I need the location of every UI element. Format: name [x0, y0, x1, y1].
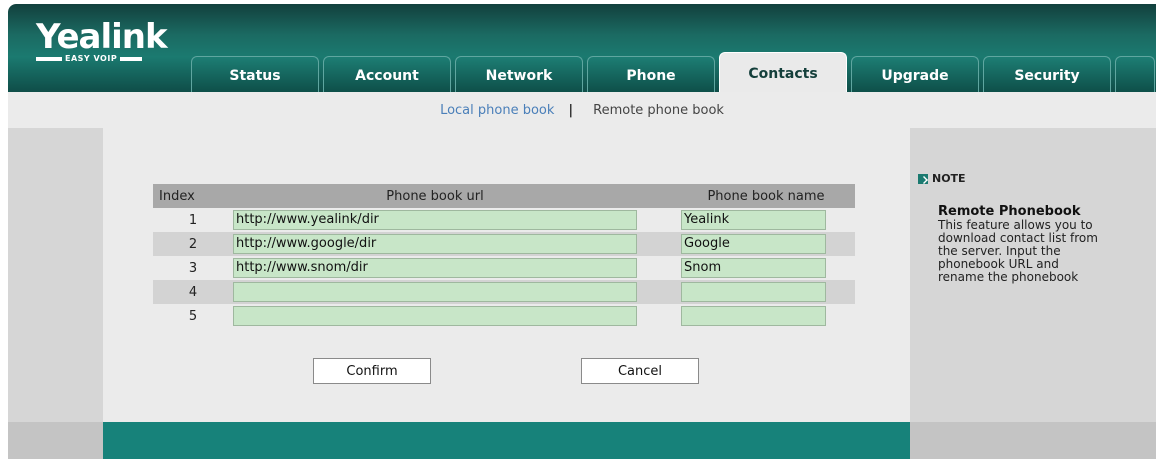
tab-status[interactable]: Status: [191, 56, 319, 92]
tab-network[interactable]: Network: [455, 56, 583, 92]
main-content: Index Phone book url Phone book name 1 h…: [103, 128, 910, 422]
url-input[interactable]: http://www.google/dir: [233, 234, 637, 254]
phonebook-table: Index Phone book url Phone book name 1 h…: [153, 184, 855, 328]
tab-contacts[interactable]: Contacts: [719, 52, 847, 92]
header-index: Index: [159, 188, 195, 204]
submenu-bar: Local phone book | Remote phone book: [8, 92, 1156, 128]
row-index: 4: [188, 284, 198, 300]
note-body: This feature allows you to download cont…: [938, 218, 1098, 284]
remote-phonebook-link[interactable]: Remote phone book: [593, 103, 724, 118]
yealink-logo: Yealink EASY VOIP: [36, 17, 168, 63]
table-row: 5: [153, 304, 855, 328]
tab-security[interactable]: Security: [983, 56, 1111, 92]
main-tabs: Status Account Network Phone Contacts Up…: [191, 52, 1155, 92]
name-input[interactable]: [681, 306, 826, 326]
confirm-button[interactable]: Confirm: [313, 358, 431, 384]
name-input[interactable]: [681, 282, 826, 302]
footer-bar: [103, 422, 910, 459]
arrow-icon: [918, 173, 928, 184]
submenu-separator: |: [568, 102, 574, 118]
url-input[interactable]: [233, 306, 637, 326]
header-name: Phone book name: [707, 188, 825, 204]
note-title: Remote Phonebook: [938, 204, 1081, 219]
logo-tagline: EASY VOIP: [65, 54, 118, 63]
footer-left: [8, 422, 103, 459]
app-frame: Yealink EASY VOIP Status Account Network…: [8, 4, 1156, 459]
name-input[interactable]: Snom: [681, 258, 826, 278]
table-row: 1 http://www.yealink/dir Yealink: [153, 208, 855, 232]
left-margin: [8, 128, 103, 459]
tab-upgrade[interactable]: Upgrade: [851, 56, 979, 92]
local-phonebook-link[interactable]: Local phone book: [440, 103, 554, 118]
table-header: Index Phone book url Phone book name: [153, 184, 855, 208]
url-input[interactable]: http://www.snom/dir: [233, 258, 637, 278]
header: Yealink EASY VOIP Status Account Network…: [8, 4, 1156, 92]
row-index: 2: [188, 236, 198, 252]
tab-account[interactable]: Account: [323, 56, 451, 92]
logo-text: Yealink: [36, 17, 168, 57]
tab-phone[interactable]: Phone: [587, 56, 715, 92]
cancel-button[interactable]: Cancel: [581, 358, 699, 384]
note-label: NOTE: [932, 172, 966, 185]
table-row: 4: [153, 280, 855, 304]
table-row: 2 http://www.google/dir Google: [153, 232, 855, 256]
row-index: 1: [188, 212, 198, 228]
tab-overflow[interactable]: [1115, 56, 1155, 92]
note-panel: NOTE Remote Phonebook This feature allow…: [918, 172, 1118, 284]
footer-right: [910, 422, 1156, 459]
url-input[interactable]: [233, 282, 637, 302]
name-input[interactable]: Yealink: [681, 210, 826, 230]
row-index: 3: [188, 260, 198, 276]
header-url: Phone book url: [386, 188, 484, 204]
row-index: 5: [188, 308, 198, 324]
url-input[interactable]: http://www.yealink/dir: [233, 210, 637, 230]
table-row: 3 http://www.snom/dir Snom: [153, 256, 855, 280]
name-input[interactable]: Google: [681, 234, 826, 254]
